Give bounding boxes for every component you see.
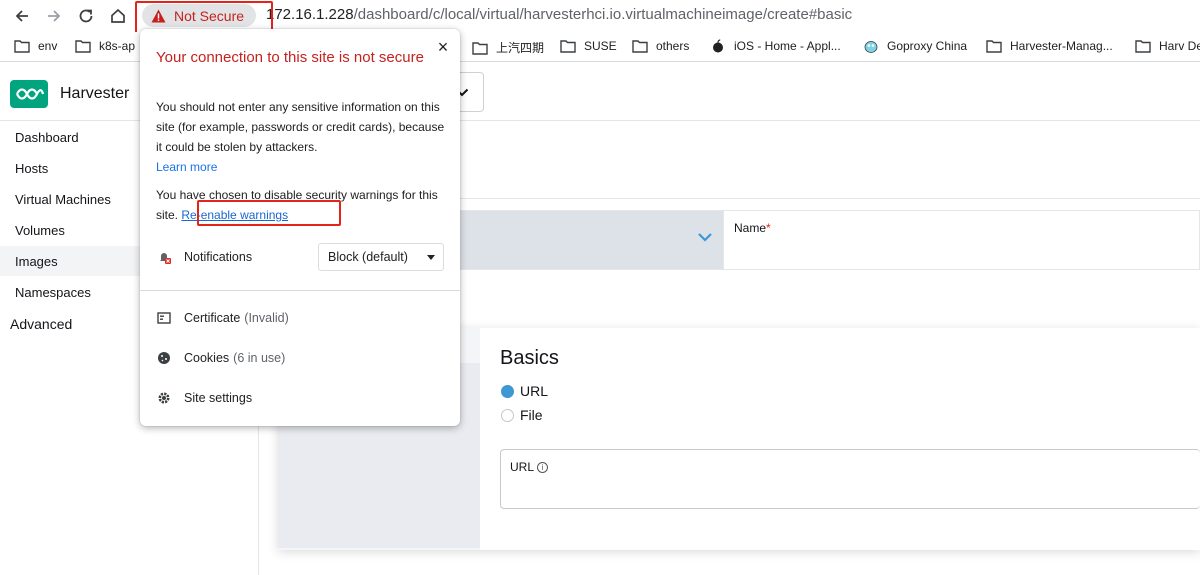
popup-title: Your connection to this site is not secu…	[156, 49, 424, 66]
bookmark-label: iOS - Home - Appl...	[734, 39, 841, 53]
sidebar-item-virtual-machines[interactable]: Virtual Machines	[15, 192, 111, 207]
url-text[interactable]: 172.16.1.228/dashboard/c/local/virtual/h…	[266, 6, 852, 23]
bookmark-label: Harvester-Manag...	[1010, 39, 1113, 53]
sidebar-group-advanced[interactable]: Advanced	[10, 316, 72, 332]
section-title: Basics	[500, 347, 559, 369]
certificate-row[interactable]: Certificate (Invalid)	[156, 310, 289, 326]
folder-icon	[75, 40, 91, 53]
forward-button[interactable]	[42, 4, 66, 28]
bookmark-ios-home[interactable]: iOS - Home - Appl...	[710, 39, 841, 53]
radio-file-label: File	[520, 407, 543, 423]
bookmark-label: SUSE	[584, 39, 617, 53]
folder-icon	[1135, 40, 1151, 53]
radio-unselected-icon	[501, 408, 514, 422]
bookmark-k8s[interactable]: k8s-ap	[75, 39, 135, 53]
learn-more-link[interactable]: Learn more	[156, 160, 217, 174]
site-settings-label: Site settings	[184, 391, 253, 405]
url-input[interactable]	[500, 449, 1200, 509]
url-field-label: URL i	[510, 460, 549, 474]
required-mark: *	[766, 221, 771, 235]
notifications-row: Notifications	[156, 249, 252, 265]
sidebar-item-volumes[interactable]: Volumes	[15, 223, 65, 238]
reload-icon	[79, 9, 93, 23]
folder-icon	[472, 41, 488, 55]
gopher-icon	[864, 41, 878, 53]
brand-name: Harvester	[60, 85, 130, 102]
reload-button[interactable]	[74, 4, 98, 28]
sidebar-item-dashboard[interactable]: Dashboard	[15, 130, 79, 145]
folder-icon	[632, 40, 648, 53]
caret-down-icon	[427, 255, 435, 260]
bookmark-others[interactable]: others	[632, 39, 689, 53]
chevron-down-icon	[698, 233, 712, 242]
bookmark-goproxy[interactable]: Goproxy China	[863, 39, 967, 53]
folder-icon	[986, 40, 1002, 53]
cookie-icon	[156, 350, 172, 366]
bookmark-label: Goproxy China	[887, 39, 968, 53]
radio-file[interactable]: File	[501, 407, 543, 423]
back-button[interactable]	[10, 4, 34, 28]
bookmark-label: Harv De	[1159, 39, 1200, 53]
site-info-popup: Your connection to this site is not secu…	[140, 29, 460, 426]
notifications-label: Notifications	[184, 250, 253, 264]
notification-bell-icon	[156, 249, 172, 265]
cookies-label: Cookies	[184, 351, 230, 365]
radio-url[interactable]: URL	[501, 383, 548, 399]
bookmark-label: env	[38, 39, 58, 53]
bookmark-label: k8s-ap	[99, 39, 136, 53]
name-label: Name*	[734, 221, 771, 235]
learn-more-row: Learn more	[156, 157, 446, 177]
bookmark-label: others	[656, 39, 690, 53]
popup-divider	[140, 290, 460, 291]
close-icon[interactable]: ×	[433, 37, 453, 57]
folder-icon	[560, 40, 576, 53]
cookies-row[interactable]: Cookies (6 in use)	[156, 350, 285, 366]
bookmark-saic[interactable]: 上汽四期	[472, 39, 544, 56]
radio-selected-icon	[501, 384, 514, 398]
popup-warning-text: You should not enter any sensitive infor…	[156, 100, 445, 154]
namespace-select[interactable]	[460, 210, 724, 270]
bookmark-suse[interactable]: SUSE	[560, 39, 617, 53]
cookies-status: (6 in use)	[233, 351, 286, 365]
apple-icon	[713, 39, 723, 53]
name-input[interactable]	[724, 210, 1200, 270]
site-settings-row[interactable]: Site settings	[156, 390, 252, 406]
sidebar-item-hosts[interactable]: Hosts	[15, 161, 48, 176]
certificate-status: (Invalid)	[244, 311, 289, 325]
home-icon	[111, 8, 125, 23]
harvester-mark-icon	[16, 88, 45, 100]
bookmark-harv-dev[interactable]: Harv De	[1135, 39, 1200, 53]
name-label-text: Name	[734, 221, 767, 235]
folder-icon	[14, 40, 30, 53]
certificate-icon	[156, 310, 172, 326]
gear-icon	[156, 390, 172, 406]
card-body	[480, 328, 1200, 550]
sidebar-item-images[interactable]: Images	[15, 254, 58, 269]
back-arrow-icon	[15, 10, 28, 22]
url-path: /dashboard/c/local/virtual/harvesterhci.…	[353, 6, 853, 23]
forward-arrow-icon	[48, 10, 61, 22]
highlight-box-reenable-warnings	[197, 200, 341, 226]
notifications-value: Block (default)	[328, 250, 408, 264]
sidebar-item-namespaces[interactable]: Namespaces	[15, 285, 91, 300]
notifications-select[interactable]: Block (default)	[318, 243, 444, 271]
certificate-label: Certificate	[184, 311, 241, 325]
bookmark-env[interactable]: env	[14, 39, 57, 53]
url-host: 172.16.1.228	[266, 6, 354, 23]
home-button[interactable]	[106, 4, 130, 28]
harvester-logo-icon[interactable]	[10, 80, 48, 108]
radio-url-label: URL	[520, 383, 549, 399]
bookmark-harvester-manage[interactable]: Harvester-Manag...	[986, 39, 1113, 53]
url-field-label-text: URL	[510, 460, 535, 474]
bookmark-label: 上汽四期	[496, 41, 545, 55]
info-icon[interactable]: i	[537, 461, 549, 473]
